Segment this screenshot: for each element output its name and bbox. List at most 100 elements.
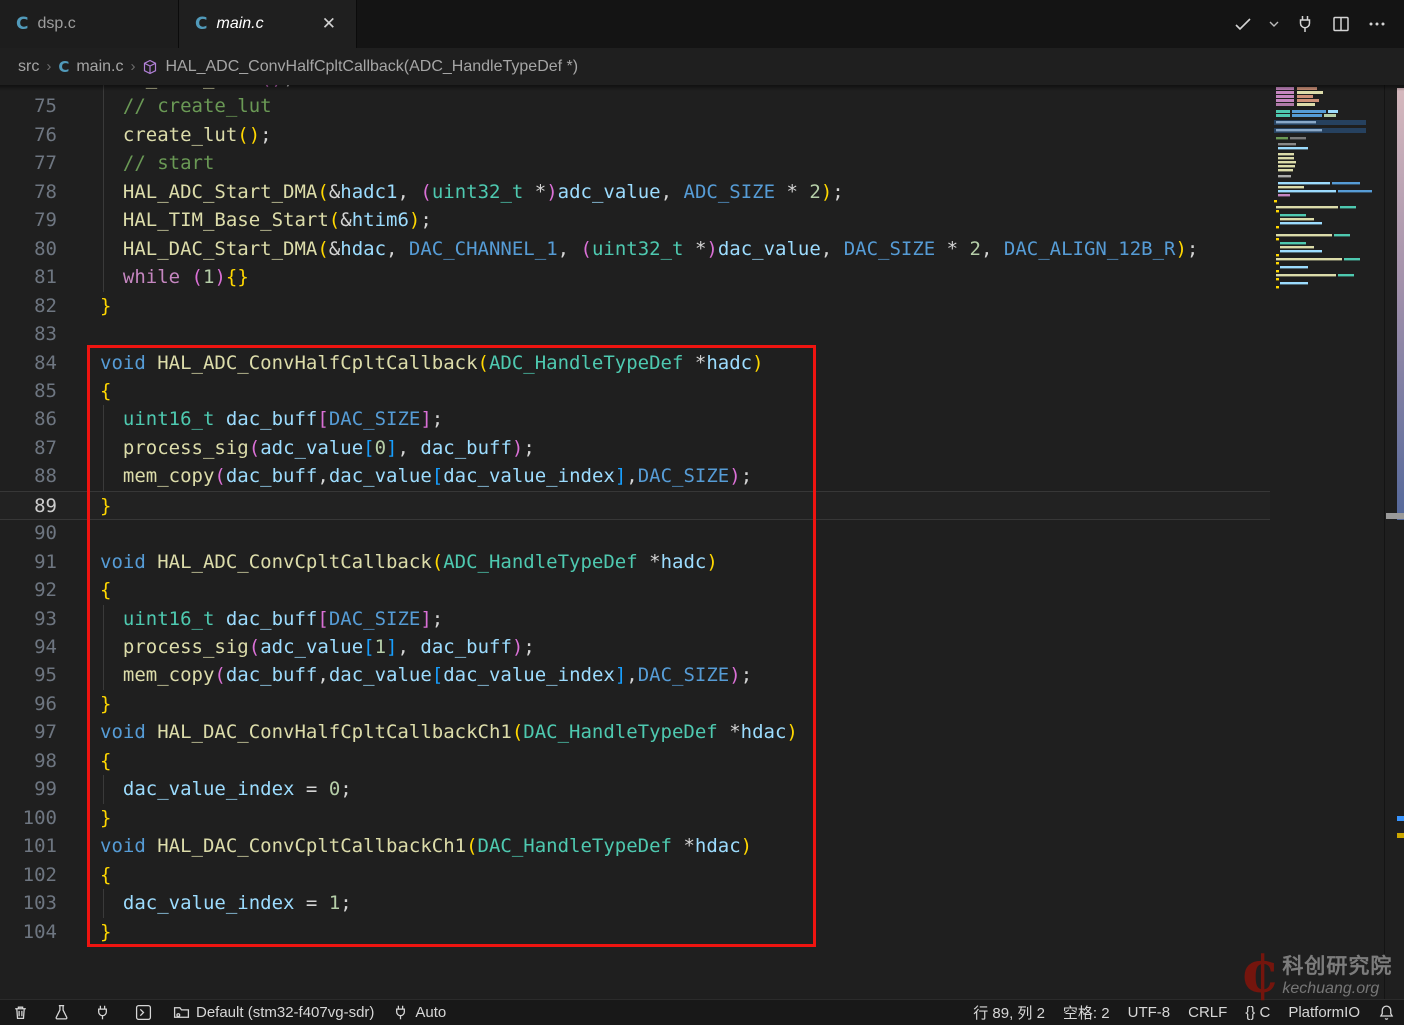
line-number: 93 (0, 605, 57, 634)
breadcrumb-folder[interactable]: src (18, 58, 39, 76)
code-line[interactable]: 83 (0, 320, 1270, 349)
code-line[interactable]: 76 create_lut(); (0, 121, 1270, 150)
tab-label: main.c (216, 15, 263, 33)
trash-icon (12, 1004, 29, 1021)
code-line[interactable]: 99 dac_value_index = 0; (0, 775, 1270, 804)
code-text: { (100, 747, 111, 776)
code-text: void HAL_ADC_ConvCpltCallback(ADC_Handle… (100, 548, 718, 577)
close-tab-icon[interactable]: ✕ (318, 12, 340, 36)
code-text: } (100, 804, 111, 833)
run-dropdown-chevron-icon[interactable] (1266, 11, 1282, 37)
beaker-icon (53, 1004, 70, 1021)
line-number: 99 (0, 775, 57, 804)
more-actions-icon[interactable] (1364, 11, 1390, 37)
code-line[interactable]: 93 uint16_t dac_buff[DAC_SIZE]; (0, 605, 1270, 634)
bell-icon (1378, 1004, 1395, 1021)
line-number: 77 (0, 149, 57, 178)
code-text: mem_copy(dac_buff,dac_value[dac_value_in… (100, 462, 752, 491)
indentation-indicator[interactable]: 空格: 2 (1054, 1000, 1119, 1025)
line-number: 97 (0, 718, 57, 747)
code-line[interactable]: 79 HAL_TIM_Base_Start(&htim6); (0, 206, 1270, 235)
notifications-button[interactable] (1369, 1000, 1404, 1025)
terminal-button[interactable] (123, 1000, 164, 1025)
project-env-label: Default (stm32-f407vg-sdr) (196, 1004, 374, 1021)
code-line[interactable]: 100} (0, 804, 1270, 833)
tab-main-c[interactable]: C main.c ✕ (179, 0, 357, 48)
code-line[interactable]: 77 // start (0, 149, 1270, 178)
code-line[interactable]: 98 { (0, 747, 1270, 776)
plug-icon (392, 1004, 409, 1021)
code-lines[interactable]: 74 MX_ADC1_Init();75 // create_lut76 cre… (0, 85, 1270, 999)
code-line[interactable]: 81 while (1){} (0, 263, 1270, 292)
breadcrumb-separator: › (46, 58, 51, 75)
eol-indicator[interactable]: CRLF (1179, 1000, 1236, 1025)
line-number: 87 (0, 434, 57, 463)
code-line[interactable]: 96} (0, 690, 1270, 719)
project-environment-selector[interactable]: Default (stm32-f407vg-sdr) (164, 1000, 383, 1025)
code-line[interactable]: 78 HAL_ADC_Start_DMA(&hadc1, (uint32_t *… (0, 178, 1270, 207)
project-env-folder-icon (173, 1004, 190, 1021)
code-text: while (1){} (100, 263, 249, 292)
code-line[interactable]: 86 uint16_t dac_buff[DAC_SIZE]; (0, 405, 1270, 434)
code-line[interactable]: 82} (0, 292, 1270, 321)
symbol-method-icon (142, 59, 158, 75)
test-button[interactable] (41, 1000, 82, 1025)
line-number: 78 (0, 178, 57, 207)
code-text: } (100, 690, 111, 719)
serial-monitor-button[interactable] (82, 1000, 123, 1025)
code-text: } (100, 292, 111, 321)
line-number: 92 (0, 576, 57, 605)
code-text: { (100, 377, 111, 406)
code-text: // start (100, 149, 214, 178)
code-line[interactable]: 85{ (0, 377, 1270, 406)
code-line[interactable]: 97 void HAL_DAC_ConvHalfCpltCallbackCh1(D… (0, 718, 1270, 747)
scrollbar-slider[interactable] (1397, 88, 1404, 520)
code-line[interactable]: 104} (0, 918, 1270, 947)
code-line[interactable]: 87 process_sig(adc_value[0], dac_buff); (0, 434, 1270, 463)
cursor-position[interactable]: 行 89, 列 2 (964, 1000, 1054, 1025)
code-text: } (100, 918, 111, 947)
code-line[interactable]: 90 (0, 519, 1270, 548)
code-line[interactable]: 102{ (0, 861, 1270, 890)
language-mode[interactable]: {} C (1236, 1000, 1279, 1025)
code-text: // create_lut (100, 92, 272, 121)
plug-icon[interactable] (1292, 11, 1318, 37)
code-text: dac_value_index = 1; (100, 889, 352, 918)
run-check-icon[interactable] (1230, 11, 1256, 37)
minimap[interactable] (1272, 85, 1384, 999)
breadcrumb-file[interactable]: C main.c (58, 58, 123, 76)
serial-port-selector[interactable]: Auto (383, 1000, 455, 1025)
code-line[interactable]: 101void HAL_DAC_ConvCpltCallbackCh1(DAC_… (0, 832, 1270, 861)
code-line[interactable]: 88 mem_copy(dac_buff,dac_value[dac_value… (0, 462, 1270, 491)
code-line[interactable]: 89} (0, 491, 1270, 520)
status-bar: Default (stm32-f407vg-sdr) Auto 行 89, 列 … (0, 999, 1404, 1025)
encoding-indicator[interactable]: UTF-8 (1119, 1000, 1180, 1025)
scrollbar-overview-ruler[interactable] (1384, 85, 1404, 999)
plug-icon (94, 1004, 111, 1021)
line-number: 86 (0, 405, 57, 434)
code-line[interactable]: 75 // create_lut (0, 92, 1270, 121)
code-line[interactable]: 84void HAL_ADC_ConvHalfCpltCallback(ADC_… (0, 349, 1270, 378)
code-line[interactable]: 91void HAL_ADC_ConvCpltCallback(ADC_Hand… (0, 548, 1270, 577)
split-editor-icon[interactable] (1328, 11, 1354, 37)
breadcrumb-separator: › (130, 58, 135, 75)
line-number: 98 (0, 747, 57, 776)
code-line[interactable]: 80 HAL_DAC_Start_DMA(&hdac, DAC_CHANNEL_… (0, 235, 1270, 264)
line-number: 82 (0, 292, 57, 321)
code-line[interactable]: 103 dac_value_index = 1; (0, 889, 1270, 918)
platformio-home-button[interactable]: PlatformIO (1279, 1000, 1369, 1025)
code-line[interactable]: 92{ (0, 576, 1270, 605)
code-text: void HAL_DAC_ConvHalfCpltCallbackCh1(DAC… (100, 718, 798, 747)
line-number: 75 (0, 92, 57, 121)
editor-pane[interactable]: 74 MX_ADC1_Init();75 // create_lut76 cre… (0, 85, 1404, 999)
code-line[interactable]: 95 mem_copy(dac_buff,dac_value[dac_value… (0, 661, 1270, 690)
code-text: process_sig(adc_value[0], dac_buff); (100, 434, 535, 463)
code-line[interactable]: 94 process_sig(adc_value[1], dac_buff); (0, 633, 1270, 662)
clean-button[interactable] (0, 1000, 41, 1025)
c-file-icon: C (16, 14, 28, 34)
line-number: 76 (0, 121, 57, 150)
breadcrumb-symbol[interactable]: HAL_ADC_ConvHalfCpltCallback(ADC_HandleT… (142, 58, 578, 76)
code-text: dac_value_index = 0; (100, 775, 352, 804)
line-number: 81 (0, 263, 57, 292)
tab-dsp-c[interactable]: C dsp.c (0, 0, 179, 48)
